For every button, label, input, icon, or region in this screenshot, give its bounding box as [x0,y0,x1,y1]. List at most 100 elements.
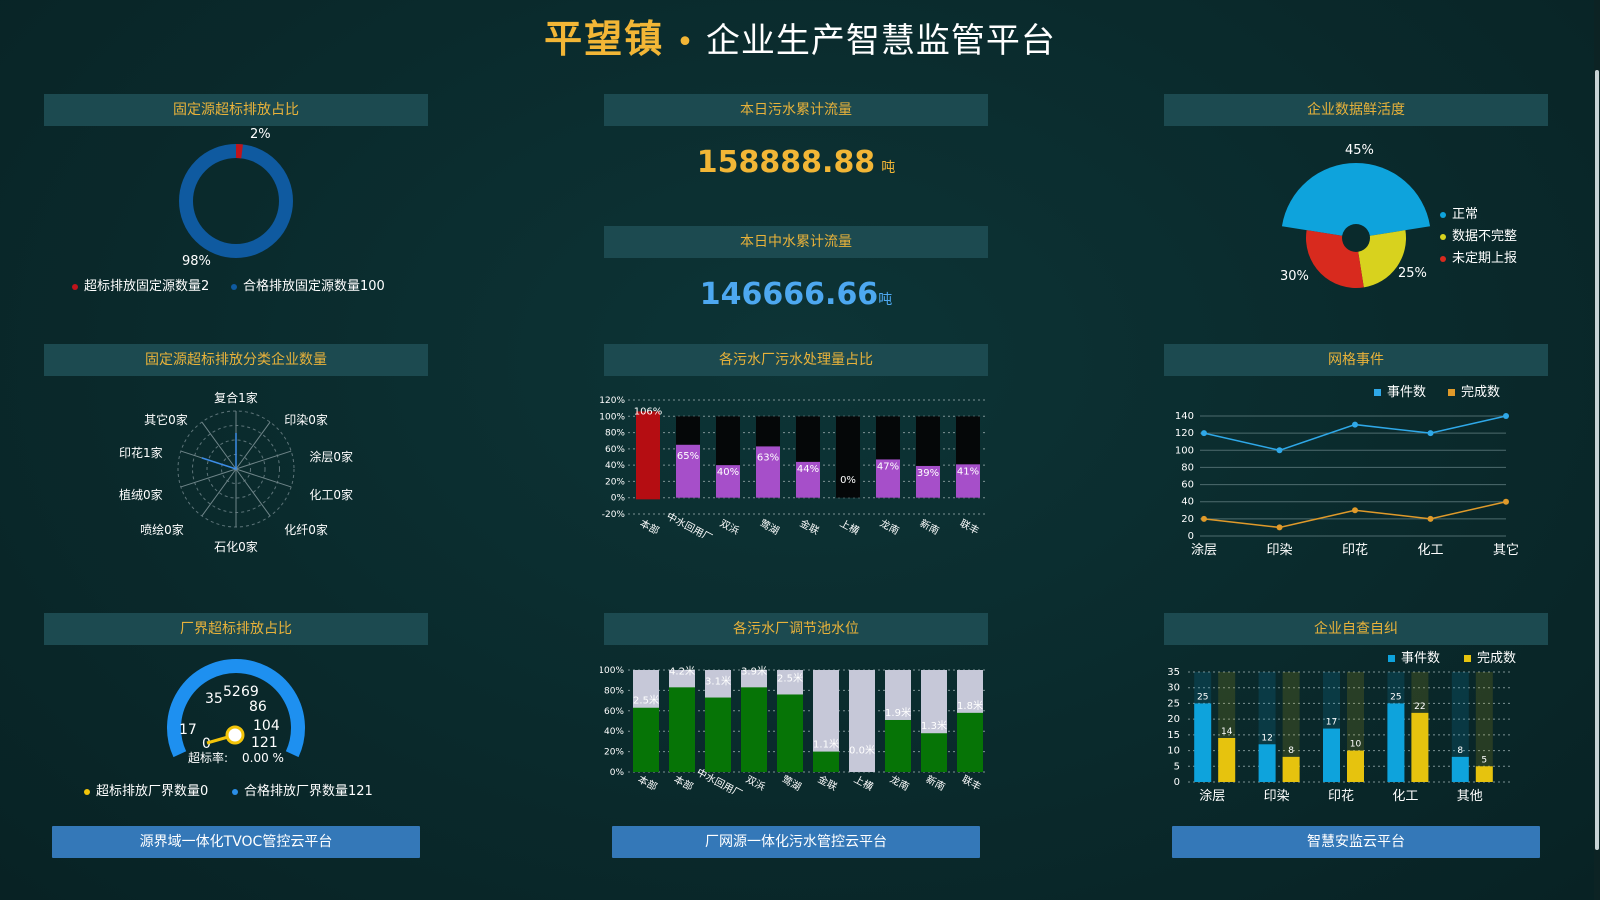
pie-hole [1342,224,1370,252]
legend-qualified-fixed: 合格排放固定源数量100 [231,275,385,294]
y-tick-label: 100% [600,666,624,676]
bar [636,411,660,500]
line-point [1201,515,1207,522]
panel-title-plant-ratio: 各污水厂污水处理量占比 [604,344,988,376]
y-tick-label: 40 [1181,497,1194,508]
gauge-rate-value: 0.00 % [242,751,284,765]
bar-value-label: 39% [917,468,939,479]
bar-value-label: 65% [677,451,699,462]
grid-events-line-chart: 140 120 100 80 60 40 20 0涂层 印染 印花 化工 其它 [1175,411,1519,558]
gauge-tick-0: 0 [202,736,211,752]
bar-value-label: 8 [1457,746,1463,756]
x-tick-label: 金联 [816,772,840,793]
y-tick-label: 40% [604,727,624,737]
panel-title-grid-events: 网格事件 [1164,344,1548,376]
boundary-gauge-chart: 17 35 52 69 86 104 121 0 超标率: 0.00 % [167,659,305,765]
scrollbar-track[interactable] [1594,0,1600,900]
sewage-platform-button[interactable]: 厂网源一体化污水管控云平台 [612,826,980,858]
bar [1258,744,1276,782]
bar [705,697,731,772]
plant-ratio-bar-chart: 120% 100% 80% 60% 40% 20% 0% -20% 106% 本部 65% 中水回用厂… [600,396,988,544]
bar-value-label: 1.8米 [957,699,983,712]
panel-title-sewage-flow: 本日污水累计流量 [604,94,988,126]
donut-label-small: 2% [250,128,271,142]
legend-dot [1440,233,1446,240]
y-tick-label: 30 [1167,683,1180,694]
y-tick-label: 80 [1181,462,1194,473]
bar-value-label: 41% [957,466,979,477]
radar-axis [180,468,237,488]
bar [1411,712,1429,782]
panel-title-pool-level: 各污水厂调节池水位 [604,613,988,645]
page-title: 平望镇 • 企业生产智慧监管平台 [0,8,1600,63]
legend-square [1374,389,1381,396]
y-tick-label: 0 [1174,777,1180,788]
y-tick-label: -20% [602,510,626,520]
radar-label: 化纤0家 [284,522,328,537]
y-tick-label: 120% [600,396,625,406]
y-tick-label: 0% [610,768,625,778]
panel-title-self-check: 企业自查自纠 [1164,613,1548,645]
bar-value-label: 2.5米 [633,694,659,707]
y-tick-label: 100% [600,412,625,422]
x-tick-label: 印染 [1264,789,1290,804]
bar [1282,756,1300,782]
radar-label: 涂层0家 [309,449,353,464]
x-tick-label: 金联 [798,516,822,537]
pie-label-unreported: 30% [1280,269,1309,284]
radar-label: 石化0家 [214,539,258,554]
x-tick-label: 涂层 [1199,788,1225,804]
x-tick-label: 新南 [924,772,948,793]
pie-label-normal: 45% [1345,143,1374,158]
legend-text: 超标排放厂界数量0 [96,784,209,799]
x-tick-label: 化工 [1392,789,1418,804]
radar-label: 印染0家 [284,412,328,427]
bar [1347,750,1364,782]
line-point [1276,447,1283,454]
bar [1194,703,1212,782]
gauge-tick-17: 17 [179,722,197,738]
line-point [1503,413,1509,419]
bar-value-label: 106% [634,406,663,417]
reclaimed-flow-unit: 吨 [878,292,893,308]
legend-exceed-boundary: 超标排放厂界数量0 [84,780,208,799]
data-freshness-pie-chart: 45% 25% 30% [1280,143,1431,288]
x-tick-label: 其他 [1457,789,1483,804]
y-tick-label: 0% [611,494,626,504]
legend-dot [1440,211,1446,218]
line-point [1276,524,1283,531]
gauge-tick-69: 69 [241,684,259,700]
legend-text: 事件数 [1387,385,1427,400]
bar [1323,728,1340,782]
bar [921,733,947,772]
self-check-bar-chart: 35 30 25 20 15 10 5 0 25 14 涂层 12 8 印染 17 10 印花 25 22 化工 8 5 其… [1167,667,1510,804]
legend-text: 完成数 [1461,385,1501,400]
safety-platform-button[interactable]: 智慧安监云平台 [1172,826,1540,858]
radar-label: 复合1家 [214,390,258,405]
x-tick-label: 印花 [1328,788,1354,804]
bar [1475,766,1493,782]
x-tick-label: 新南 [918,516,942,537]
tvoc-platform-button[interactable]: 源界域一体化TVOC管控云平台 [52,826,420,858]
bar [777,694,803,772]
legend-incomplete: 数据不完整 [1440,225,1517,244]
bar-value-label: 4.2米 [669,664,695,677]
scrollbar-thumb[interactable] [1595,70,1599,850]
legend-dot [1440,255,1446,262]
title-sub: 企业生产智慧监管平台 [705,21,1056,61]
bar [957,712,983,772]
legend-text: 合格排放厂界数量121 [244,784,373,799]
y-tick-label: 20% [604,748,624,758]
bar-value-label: 10 [1350,740,1362,750]
bar-value-label: 40% [717,467,739,478]
y-tick-label: 0 [1188,531,1194,542]
radar-label: 化工0家 [309,487,353,502]
radar-label: 印花1家 [119,445,163,460]
sewage-flow-value: 158888.88 吨 [604,145,988,180]
x-tick-label: 联丰 [958,516,982,537]
gauge-tick-121: 121 [251,735,278,751]
x-tick-label: 涂层 [1191,542,1217,558]
bar-value-label: 0% [840,475,856,486]
bar [741,687,767,772]
line-point [1201,430,1207,437]
